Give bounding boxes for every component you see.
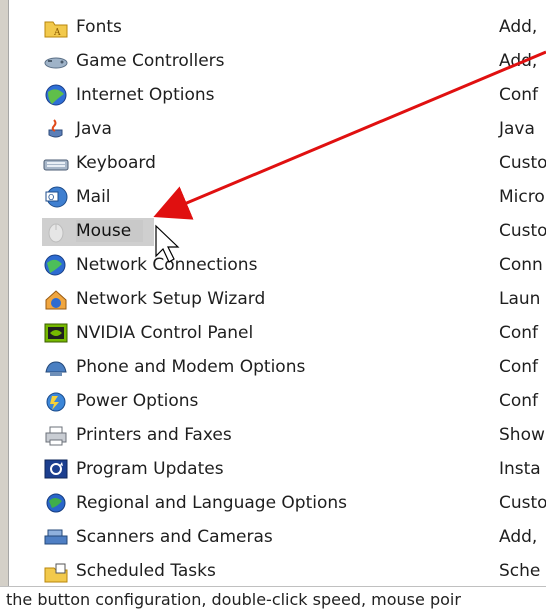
network-icon	[42, 252, 70, 278]
list-item-phone-and-modem-options[interactable]: Phone and Modem Options Conf	[0, 350, 546, 384]
item-description: Laun	[499, 289, 541, 309]
mouse-icon	[42, 218, 70, 244]
item-name: Power Options	[76, 391, 199, 411]
item-description: Show	[499, 425, 545, 445]
mail-icon: O	[42, 184, 70, 210]
item-description: Add,	[499, 17, 538, 37]
item-name: Fonts	[76, 17, 122, 37]
list-item-power-options[interactable]: Power Options Conf	[0, 384, 546, 418]
item-description: Sche	[499, 561, 541, 581]
list-item-internet-options[interactable]: Internet Options Conf	[0, 78, 546, 112]
list-item-scheduled-tasks[interactable]: Scheduled Tasks Sche	[0, 554, 546, 586]
item-name: Program Updates	[76, 459, 224, 479]
status-text: the button configuration, double-click s…	[6, 590, 461, 609]
item-description: Conf	[499, 391, 539, 411]
item-name: Keyboard	[76, 153, 156, 173]
globe-icon	[42, 82, 70, 108]
power-icon	[42, 388, 70, 414]
list-item-mail[interactable]: O Mail Micro	[0, 180, 546, 214]
item-description: Conf	[499, 357, 539, 377]
svg-text:O: O	[48, 193, 54, 202]
folder-icon: A	[42, 14, 70, 40]
scanner-icon	[42, 524, 70, 550]
list-item-printers-and-faxes[interactable]: Printers and Faxes Show	[0, 418, 546, 452]
item-description: Java	[499, 119, 535, 139]
item-description: Custo	[499, 153, 546, 173]
scheduled-tasks-icon	[42, 558, 70, 584]
item-description: Add,	[499, 51, 538, 71]
keyboard-icon	[42, 150, 70, 176]
regional-globe-icon	[42, 490, 70, 516]
item-name: Printers and Faxes	[76, 425, 232, 445]
item-name: Scanners and Cameras	[76, 527, 273, 547]
item-description: Conn	[499, 255, 543, 275]
list-item-nvidia-control-panel[interactable]: NVIDIA Control Panel Conf	[0, 316, 546, 350]
network-wizard-icon	[42, 286, 70, 312]
java-cup-icon	[42, 116, 70, 142]
item-description: Conf	[499, 323, 539, 343]
item-name: Network Setup Wizard	[76, 289, 266, 309]
nvidia-icon	[42, 320, 70, 346]
updates-icon	[42, 456, 70, 482]
item-name: Internet Options	[76, 85, 215, 105]
item-name: Mail	[76, 187, 111, 207]
list-item-keyboard[interactable]: Keyboard Custo	[0, 146, 546, 180]
svg-text:A: A	[53, 28, 61, 38]
control-panel-window: A Fonts Add, Game Controllers Add, Inter…	[0, 0, 546, 586]
list-item-java[interactable]: Java Java	[0, 112, 546, 146]
item-name: Phone and Modem Options	[76, 357, 306, 377]
item-name: Mouse	[76, 220, 144, 242]
item-description: Custo	[499, 493, 546, 513]
list-item-regional-and-language-options[interactable]: Regional and Language Options Custo	[0, 486, 546, 520]
item-name: Network Connections	[76, 255, 258, 275]
item-name: Scheduled Tasks	[76, 561, 216, 581]
list-item-program-updates[interactable]: Program Updates Insta	[0, 452, 546, 486]
item-name: Game Controllers	[76, 51, 225, 71]
item-description: Add,	[499, 527, 538, 547]
list-item-scanners-and-cameras[interactable]: Scanners and Cameras Add,	[0, 520, 546, 554]
list-item-fonts[interactable]: A Fonts Add,	[0, 10, 546, 44]
item-description: Micro	[499, 187, 545, 207]
list-item-network-connections[interactable]: Network Connections Conn	[0, 248, 546, 282]
item-description: Custo	[499, 221, 546, 241]
list-item-game-controllers[interactable]: Game Controllers Add,	[0, 44, 546, 78]
list-item-mouse[interactable]: Mouse Custo	[0, 214, 546, 248]
item-name: Java	[76, 119, 112, 139]
item-name: Regional and Language Options	[76, 493, 348, 513]
printer-icon	[42, 422, 70, 448]
item-description: Insta	[499, 459, 541, 479]
phone-icon	[42, 354, 70, 380]
item-name: NVIDIA Control Panel	[76, 323, 254, 343]
list-item-network-setup-wizard[interactable]: Network Setup Wizard Laun	[0, 282, 546, 316]
game-controller-icon	[42, 48, 70, 74]
item-description: Conf	[499, 85, 539, 105]
control-panel-item-list: A Fonts Add, Game Controllers Add, Inter…	[0, 0, 546, 586]
status-bar: the button configuration, double-click s…	[0, 586, 546, 611]
